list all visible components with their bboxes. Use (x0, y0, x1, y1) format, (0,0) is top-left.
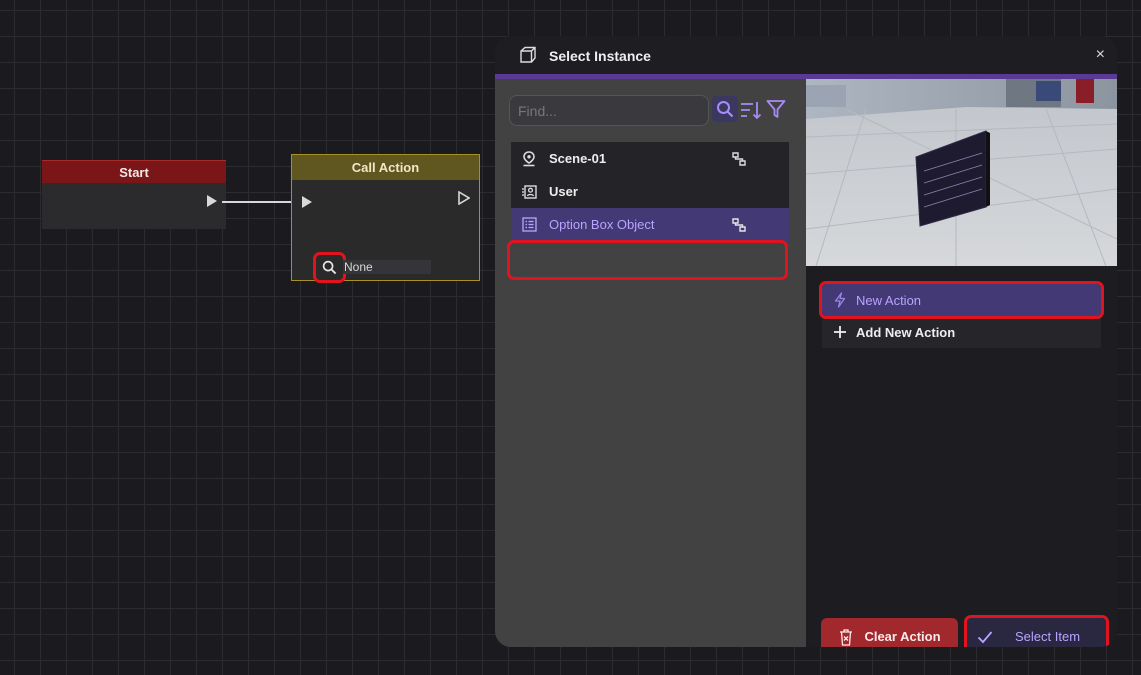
search-button[interactable] (712, 96, 738, 122)
search-icon (322, 260, 337, 275)
dialog-footer: Clear Action Select Item (806, 595, 1117, 647)
list-item-label: Scene-01 (549, 151, 607, 166)
list-item-label: Option Box Object (549, 217, 655, 232)
link-icon[interactable] (730, 150, 748, 168)
target-search-button[interactable] (313, 252, 346, 283)
list-item-user[interactable]: User (511, 175, 789, 208)
checkmark-icon (977, 630, 993, 643)
list-item-scene-01[interactable]: Scene-01 (511, 142, 789, 175)
action-list: New Action Add New Action (819, 281, 1104, 348)
clear-action-label: Clear Action (864, 629, 941, 644)
add-new-action-button[interactable]: Add New Action (822, 316, 1101, 348)
target-value-field[interactable]: None (343, 260, 431, 274)
location-pin-icon (521, 150, 537, 167)
lightning-icon (832, 292, 848, 308)
action-item-label: New Action (856, 292, 922, 308)
select-instance-dialog: Select Instance × Find... Scene-01 User … (495, 36, 1117, 647)
start-node[interactable]: Start (42, 160, 226, 229)
clear-action-button[interactable]: Clear Action (821, 618, 958, 647)
select-item-label: Select Item (1015, 629, 1081, 644)
user-card-icon (521, 184, 537, 200)
link-icon[interactable] (730, 216, 748, 234)
exec-connection-wire (222, 201, 302, 203)
dialog-title: Select Instance (549, 48, 651, 64)
filter-icon[interactable] (766, 99, 786, 119)
instance-preview-image (806, 79, 1117, 266)
action-panel: New Action Add New Action Clear Action S… (806, 79, 1117, 647)
list-icon (521, 217, 537, 233)
dialog-header: Select Instance × (495, 36, 1117, 74)
list-item-option-box-object[interactable]: Option Box Object (511, 208, 789, 241)
cube-icon (520, 46, 536, 63)
list-item-label: User (549, 184, 578, 199)
call-action-exec-output-pin[interactable] (458, 191, 470, 205)
action-item-label: Add New Action (856, 324, 956, 340)
select-item-button[interactable]: Select Item (964, 615, 1109, 647)
call-action-node-title: Call Action (292, 155, 479, 180)
sort-icon[interactable] (740, 99, 762, 121)
action-item-new-action[interactable]: New Action (819, 281, 1104, 319)
instance-list-panel: Scene-01 User (495, 79, 806, 647)
close-icon[interactable]: × (1096, 46, 1105, 64)
start-exec-output-pin[interactable] (207, 195, 217, 207)
trash-icon (840, 628, 853, 646)
search-input[interactable] (509, 95, 709, 126)
instance-list: Scene-01 User Option Box Object (511, 142, 789, 241)
start-node-title: Start (42, 160, 226, 183)
plus-icon (832, 324, 848, 340)
call-action-exec-input-pin[interactable] (302, 196, 312, 208)
search-icon (717, 101, 734, 118)
